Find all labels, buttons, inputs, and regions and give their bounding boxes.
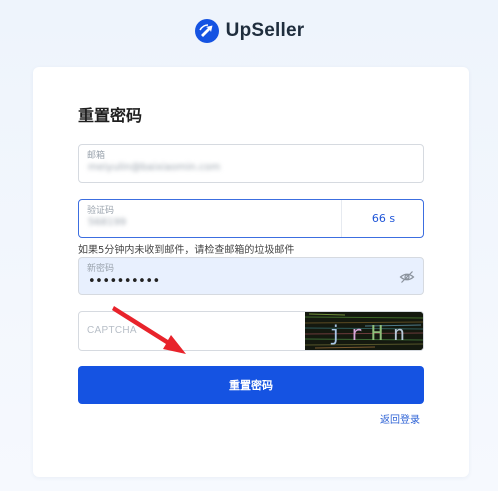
captcha-char: r — [350, 321, 362, 345]
captcha-placeholder: CAPTCHA — [87, 325, 137, 336]
eye-off-icon[interactable] — [399, 269, 415, 285]
new-password-value: •••••••••• — [88, 274, 160, 289]
verification-code-label: 验证码 — [87, 206, 115, 216]
verification-code-value: 568199 — [88, 217, 127, 228]
email-value: meiyulin@baixiaomin.com — [88, 162, 221, 173]
spam-hint: 如果5分钟内未收到邮件，请检查邮箱的垃圾邮件 — [78, 245, 295, 256]
back-to-login-link[interactable]: 返回登录 — [380, 411, 420, 426]
new-password-label: 新密码 — [87, 264, 115, 274]
captcha-char: H — [371, 321, 383, 345]
new-password-field[interactable]: 新密码 •••••••••• — [78, 257, 424, 295]
captcha-char: j — [329, 321, 341, 345]
email-field[interactable]: 邮箱 meiyulin@baixiaomin.com — [78, 144, 424, 183]
captcha-char: n — [393, 321, 405, 345]
reset-password-button[interactable]: 重置密码 — [78, 366, 424, 404]
email-label: 邮箱 — [87, 151, 106, 161]
captcha-image[interactable]: j r H n — [305, 312, 423, 350]
brand-name: UpSeller — [225, 20, 305, 41]
reset-password-card: 重置密码 邮箱 meiyulin@baixiaomin.com 验证码 5681… — [33, 67, 469, 477]
upseller-logo-icon — [194, 19, 219, 43]
resend-countdown: 66 s — [341, 200, 425, 237]
captcha-field[interactable]: CAPTCHA j r H n — [78, 311, 424, 351]
verification-code-field[interactable]: 验证码 568199 66 s — [78, 199, 424, 238]
header: UpSeller — [0, 16, 498, 46]
page-title: 重置密码 — [78, 106, 143, 125]
